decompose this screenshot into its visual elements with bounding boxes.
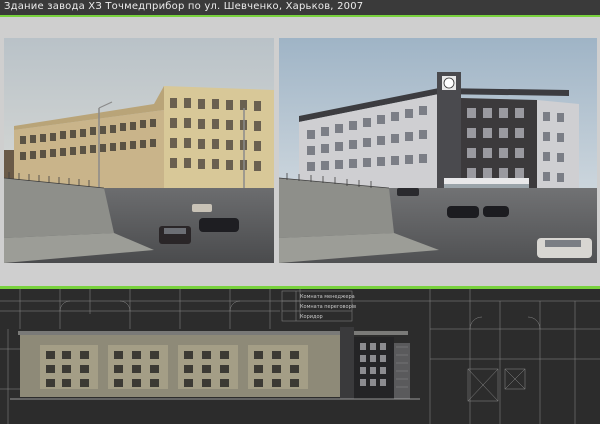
legend-item: Комната менеджера	[300, 294, 355, 300]
page-title: Здание завода ХЗ Точмедприбор по ул. Шев…	[4, 1, 364, 12]
legend-item: Коридор	[300, 314, 323, 320]
legend-item: Комната переговорів	[300, 304, 356, 310]
facade-elevation-drawing: Комната менеджера Комната переговорів Ко…	[0, 289, 600, 424]
title-bar: Здание завода ХЗ Точмедприбор по ул. Шев…	[0, 0, 600, 17]
existing-building-photo	[4, 38, 274, 263]
reconstruction-render	[279, 38, 597, 263]
